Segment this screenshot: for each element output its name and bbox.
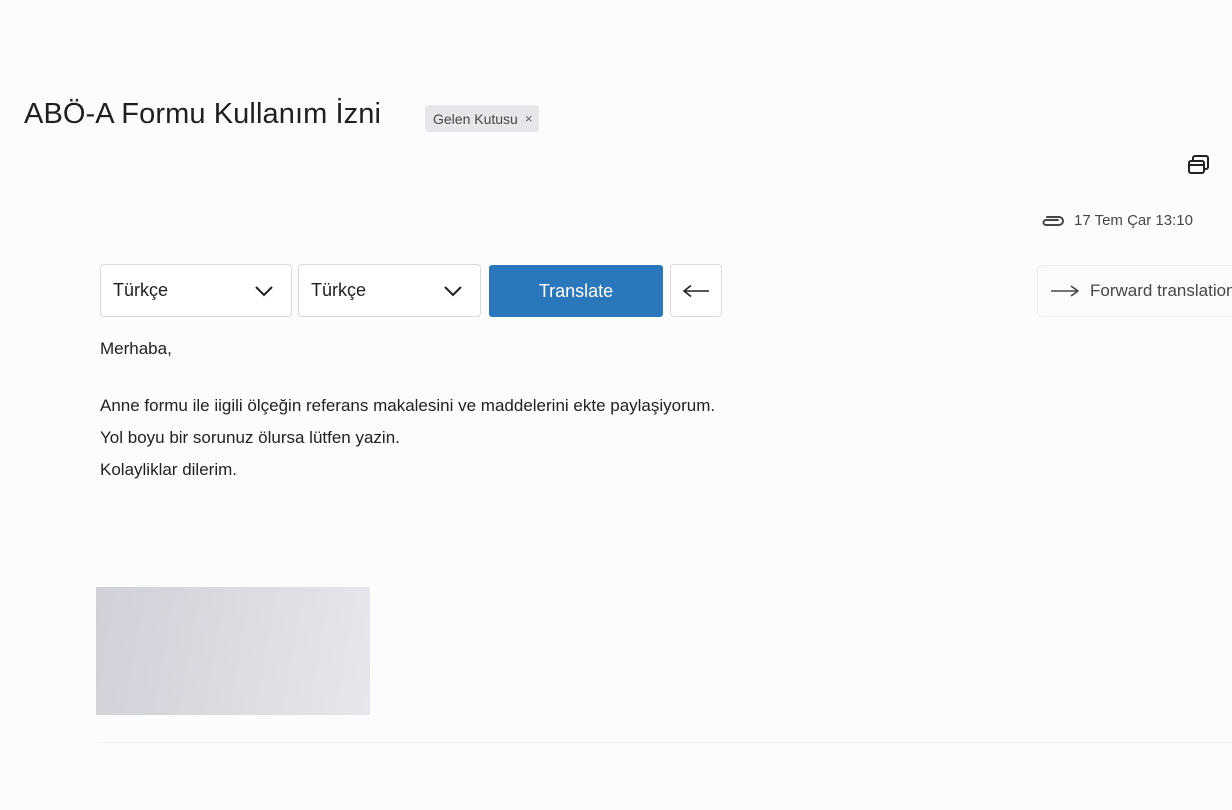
label-chip-text: Gelen Kutusu [433,110,518,127]
source-language-select[interactable]: Türkçe [100,264,292,317]
email-meta: 17 Tem Çar 13:10 [1040,212,1193,229]
forward-translation-label: Forward translation [1090,281,1232,300]
email-date: 17 Tem Çar 13:10 [1074,212,1193,229]
chevron-down-icon [255,285,273,296]
email-greeting: Merhaba, [100,339,172,358]
email-body-line: Kolayliklar dilerim. [100,460,237,479]
new-window-icon[interactable] [1186,153,1210,177]
arrow-left-icon [683,284,709,297]
email-body-line: Anne formu ile iigili ölçeğin referans m… [100,396,716,415]
translate-button[interactable]: Translate [489,265,663,317]
remove-label-icon[interactable]: × [525,111,533,126]
paperclip-icon [1042,215,1064,226]
email-view: ABÖ-A Formu Kullanım İzni Gelen Kutusu ×… [0,0,1232,810]
target-language-value: Türkçe [311,280,367,300]
arrow-right-icon [1051,285,1079,297]
email-subject: ABÖ-A Formu Kullanım İzni [24,98,382,130]
target-language-select[interactable]: Türkçe [298,264,481,317]
forward-translation-button[interactable]: Forward translation [1037,265,1232,317]
chevron-down-icon [444,285,462,296]
source-language-value: Türkçe [113,280,169,300]
back-button[interactable] [670,264,722,317]
divider [98,742,1232,743]
signature-image [96,587,370,715]
email-body-line: Yol boyu bir sorunuz ölursa lütfen yazin… [100,428,400,447]
inbox-label-chip[interactable]: Gelen Kutusu × [425,105,540,132]
